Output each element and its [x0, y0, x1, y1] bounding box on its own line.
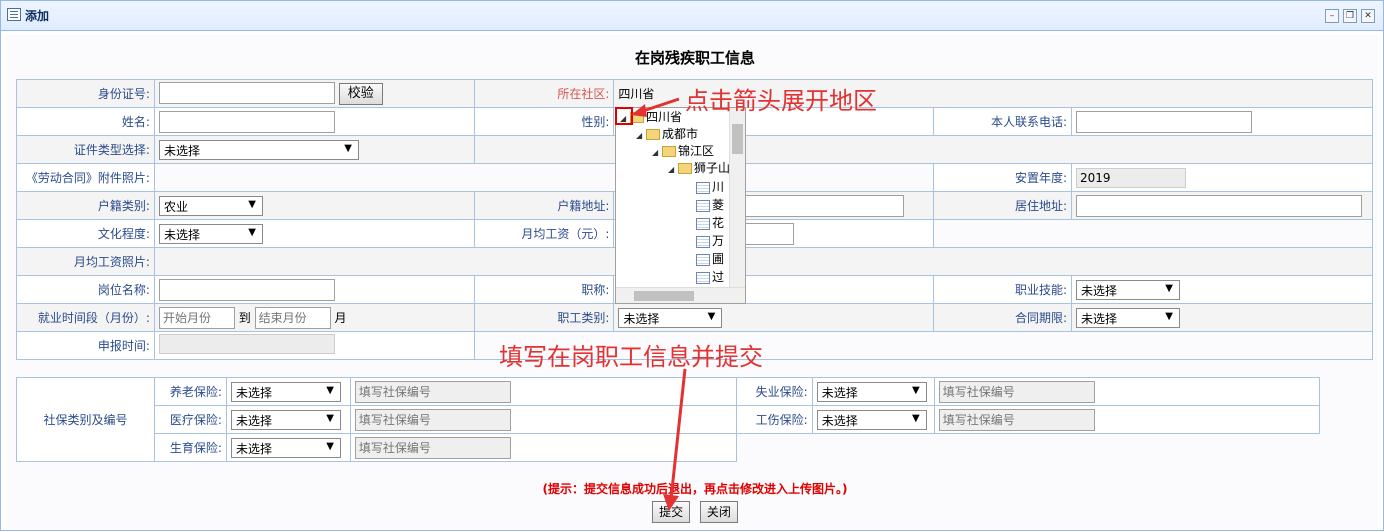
submit-hint-annotation: 填写在岗职工信息并提交 [499, 343, 763, 371]
expand-hint-annotation: 点击箭头展开地区 [685, 87, 877, 115]
arrow-head [631, 104, 647, 117]
dialog-window: 添加 – ❐ ✕ 在岗残疾职工信息 身份证号: 校验 所在社区: 四川省 姓名:… [0, 0, 1384, 531]
arrow-head [663, 494, 679, 511]
arrow-line [669, 368, 687, 500]
